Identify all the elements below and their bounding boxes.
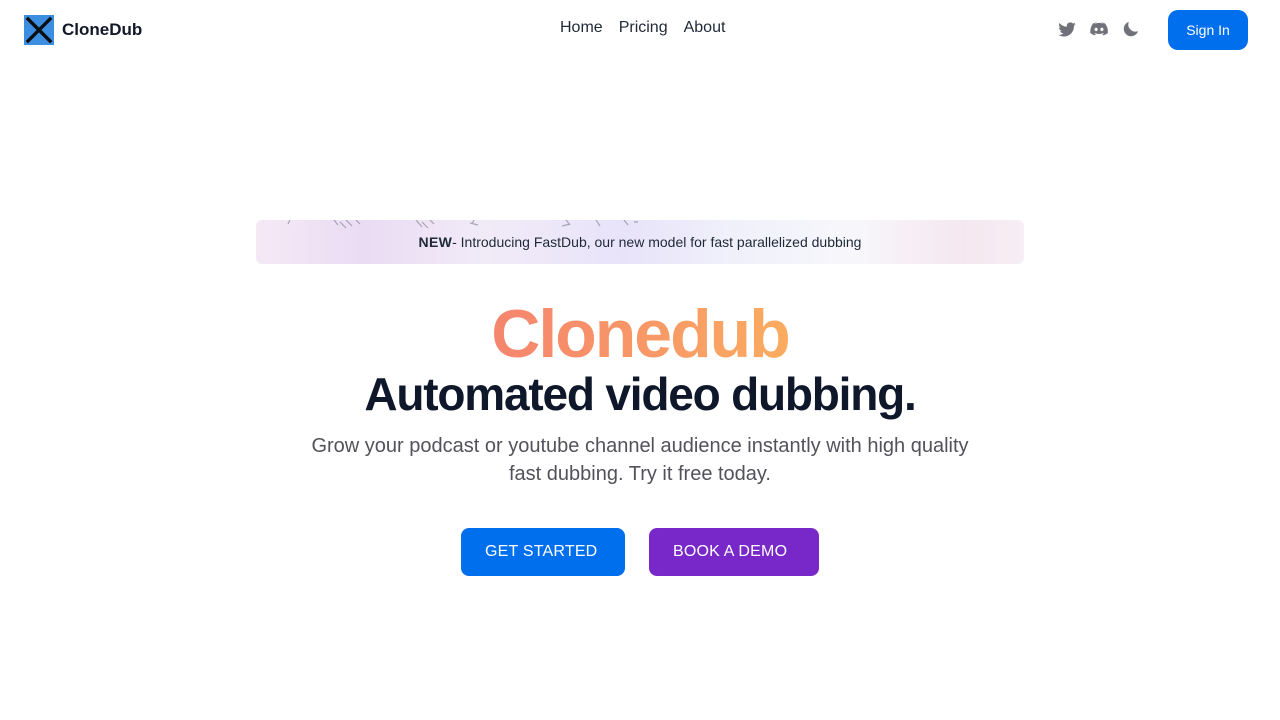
hero-subtitle: Automated video dubbing. [364, 368, 916, 420]
book-demo-button[interactable]: BOOK A DEMO [649, 528, 819, 576]
nav-link-pricing[interactable]: Pricing [619, 19, 668, 37]
brand-name: CloneDub [62, 20, 143, 39]
hero-title: Clonedub [0, 296, 1280, 372]
twitter-icon[interactable] [1057, 19, 1077, 39]
social-icons [1057, 19, 1141, 39]
discord-icon[interactable] [1089, 19, 1109, 39]
hero-title-text: Clonedub [491, 296, 791, 372]
banner-text: - Introducing FastDub, our new model for… [452, 234, 862, 250]
banner-new-label: NEW [418, 234, 453, 250]
x-logo-icon [24, 15, 54, 45]
get-started-button[interactable]: GET STARTED [461, 528, 625, 576]
nav-link-about[interactable]: About [684, 19, 726, 37]
brand-link[interactable]: CloneDub [24, 15, 142, 45]
nav-links: Home Pricing About [560, 19, 725, 37]
top-navbar: CloneDub Home Pricing About Sign In [0, 0, 1280, 60]
sign-in-button[interactable]: Sign In [1168, 10, 1248, 50]
banner-decoration [287, 220, 638, 229]
announcement-banner[interactable]: NEW - Introducing FastDub, our new model… [256, 220, 1024, 264]
hero-description: Grow your podcast or youtube channel aud… [311, 435, 969, 485]
nav-link-home[interactable]: Home [560, 19, 603, 37]
moon-icon[interactable] [1121, 19, 1141, 39]
